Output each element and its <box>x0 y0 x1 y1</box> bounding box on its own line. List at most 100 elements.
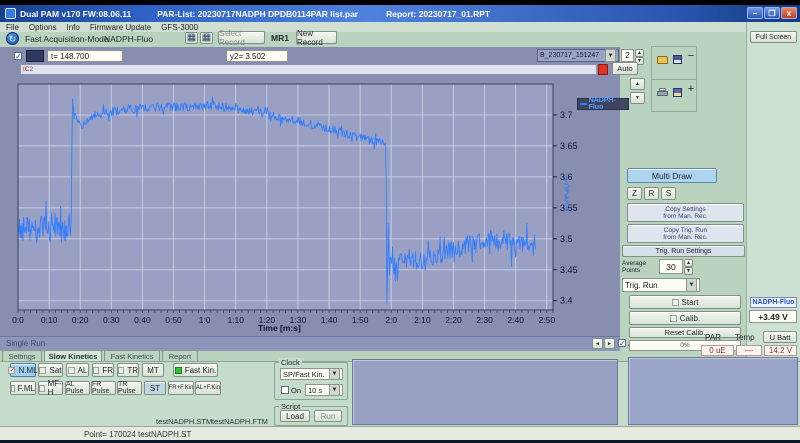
button-label: FR <box>102 366 113 375</box>
open-folder-icon[interactable] <box>657 56 668 64</box>
clock-mode-dropdown[interactable]: SP/Fast Kin. ▼ <box>280 368 343 380</box>
statusbar: Point= 170024 testNADPH.ST <box>0 426 800 440</box>
avg-count-field[interactable]: 2 <box>621 49 634 62</box>
svg-text:3.45: 3.45 <box>560 265 578 275</box>
ubatt-button[interactable]: U Batt <box>763 331 797 343</box>
auto-scale-button[interactable]: Auto <box>612 62 638 75</box>
tr-button[interactable]: TR <box>117 363 139 377</box>
minimize-button[interactable]: – <box>747 7 763 19</box>
full-screen-button[interactable]: Full Screen <box>750 31 797 43</box>
spinner-up-icon[interactable]: ▲ <box>635 49 644 57</box>
tab-fast-kinetics[interactable]: Fast Kinetics <box>104 350 160 361</box>
close-button[interactable]: x <box>781 7 797 19</box>
save-as-icon[interactable] <box>673 88 682 97</box>
menu-options[interactable]: Options <box>29 23 57 32</box>
button-label: Fast Kin. <box>185 366 217 375</box>
fml-button[interactable]: F.ML <box>10 381 36 395</box>
fr-fkin-button[interactable]: FR+F.Kin <box>168 381 194 395</box>
clock-interval-dropdown[interactable]: 10 s ▼ <box>305 384 343 396</box>
zoom-s-button[interactable]: S <box>661 187 676 200</box>
save-icon[interactable] <box>673 55 682 64</box>
mt-button[interactable]: MT <box>142 363 164 377</box>
checkbox-icon <box>175 367 182 374</box>
reset-calib-button[interactable]: Reset Calib. <box>629 327 741 338</box>
dropdown-arrow-icon: ▼ <box>329 384 340 396</box>
overview-marker-bar[interactable]: tC2 <box>20 64 597 75</box>
titlebar[interactable]: Dual PAM v170 FW:08.06.11 PAR-List: 2023… <box>0 5 800 22</box>
button-label: MF-H <box>48 379 62 397</box>
menu-gfs3000[interactable]: GFS-3000 <box>161 23 198 32</box>
tab-slow-kinetics[interactable]: Slow Kinetics <box>44 350 102 361</box>
layout-grid-button-1[interactable]: ▦ <box>185 32 198 44</box>
al-pulse-button[interactable]: AL Pulse <box>65 381 90 395</box>
menu-file[interactable]: File <box>6 23 19 32</box>
sat-button[interactable]: Sat <box>38 363 63 377</box>
svg-text:2:50: 2:50 <box>539 315 556 325</box>
trig-run-settings-button[interactable]: Trig. Run Settings <box>622 245 745 257</box>
calib-button[interactable]: Calib. <box>629 311 741 325</box>
multi-draw-button[interactable]: Multi Draw <box>627 168 717 183</box>
svg-text:3.5: 3.5 <box>560 234 573 244</box>
button-label: Start <box>682 298 699 307</box>
maximize-button[interactable]: ❐ <box>764 7 780 19</box>
zoom-z-button[interactable]: Z <box>627 187 642 200</box>
trace-visible-checkbox[interactable]: ✓ <box>14 52 22 60</box>
trig-run-dropdown[interactable]: Trig. Run ▼ <box>622 278 700 292</box>
scroll-left-button[interactable]: ◄ <box>592 338 603 349</box>
record-selector-dropdown[interactable]: B_230717_151247 ▼ <box>537 49 619 62</box>
chart-scroll-down-button[interactable]: ▼ <box>630 92 645 104</box>
copy-settings-button[interactable]: Copy Settings from Man. Rec. <box>627 203 744 222</box>
select-record-button[interactable]: Select Record <box>218 31 265 44</box>
run-indicator-icon <box>670 315 677 322</box>
average-points-field[interactable]: 30 <box>659 259 683 274</box>
marker-label: tC2 <box>23 66 33 73</box>
chart-scroll-up-button[interactable]: ▲ <box>630 78 645 90</box>
tab-settings[interactable]: Settings <box>2 350 42 361</box>
start-button[interactable]: Start <box>629 295 741 309</box>
zoom-out-minus-icon[interactable]: − <box>686 50 696 66</box>
copy-trig-run-button[interactable]: Copy Trig. Run from Man. Rec. <box>627 224 744 243</box>
temp-value: — <box>736 345 762 356</box>
spinner-up-icon[interactable]: ▲ <box>684 259 693 267</box>
marker-end-handle[interactable] <box>598 64 608 75</box>
svg-text:0:10: 0:10 <box>41 315 58 325</box>
kinetics-chart[interactable]: 3.73.653.63.553.53.453.40:00:100:200:300… <box>8 78 605 326</box>
nml-button[interactable]: ✓N.ML <box>10 363 36 377</box>
scroll-right-button[interactable]: ► <box>604 338 615 349</box>
button-label: MT <box>147 366 159 375</box>
divider <box>652 79 696 80</box>
mfh-button[interactable]: MF-H <box>38 381 63 395</box>
menu-info[interactable]: Info <box>66 23 79 32</box>
tab-report[interactable]: Report <box>162 350 198 361</box>
average-points-label: Average Points <box>622 260 658 274</box>
svg-text:0:50: 0:50 <box>165 315 182 325</box>
fr-pulse-button[interactable]: FR Pulse <box>91 381 116 395</box>
layout-grid-button-2[interactable]: ▦ <box>200 32 213 44</box>
record-color-swatch[interactable] <box>26 50 44 62</box>
fr-button[interactable]: FR <box>92 363 114 377</box>
clock-on-checkbox[interactable] <box>281 386 289 394</box>
st-button[interactable]: ST <box>144 381 166 395</box>
zoom-in-plus-icon[interactable]: + <box>686 83 696 99</box>
menu-firmware-update[interactable]: Firmware Update <box>90 23 151 32</box>
al-fkin-button[interactable]: AL+F.Kin <box>195 381 221 395</box>
script-run-button[interactable]: Run <box>314 410 342 422</box>
average-points-spinner[interactable]: ▲ ▼ <box>684 259 693 274</box>
checkbox-icon <box>68 367 75 374</box>
script-load-button[interactable]: Load <box>280 410 310 422</box>
button-label: Calib. <box>680 314 700 323</box>
al-button[interactable]: AL <box>66 363 89 377</box>
tr-pulse-button[interactable]: TR Pulse <box>117 381 142 395</box>
svg-text:1:50: 1:50 <box>352 315 369 325</box>
fast-kin-button[interactable]: Fast Kin. <box>173 363 218 377</box>
spinner-down-icon[interactable]: ▼ <box>684 267 693 275</box>
app-icon <box>5 8 16 19</box>
printer-icon[interactable] <box>657 91 668 96</box>
auto-follow-checkbox[interactable]: ✓ <box>618 339 626 347</box>
zoom-r-button[interactable]: R <box>644 187 659 200</box>
clock-mode-value: SP/Fast Kin. <box>283 370 325 379</box>
avg-count-spinner[interactable]: ▲ ▼ <box>635 49 644 62</box>
checkbox-icon: ✓ <box>8 367 15 374</box>
run-indicator-icon <box>672 299 679 306</box>
new-record-button[interactable]: New Record <box>296 31 337 44</box>
